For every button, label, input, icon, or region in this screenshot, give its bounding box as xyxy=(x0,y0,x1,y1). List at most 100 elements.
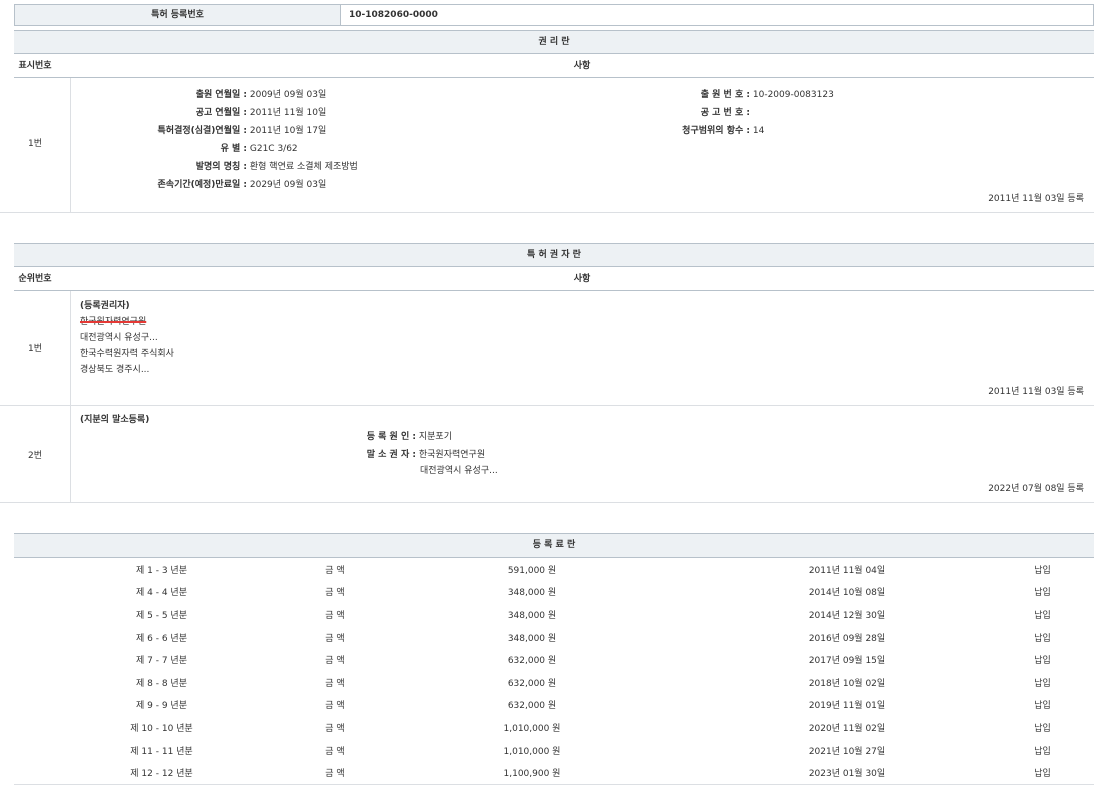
fee-amount-label: 금 액 xyxy=(309,603,361,626)
rights-row-number: 1번 xyxy=(0,136,70,149)
rights-right-fields: 출 원 번 호 : 10-2009-0083123 공 고 번 호 : 청구범위… xyxy=(630,88,834,138)
fee-date: 2021년 10월 27일 xyxy=(703,739,991,762)
fee-period: 제 9 - 9 년분 xyxy=(14,694,309,717)
owners-section-title: 특 허 권 자 란 xyxy=(14,243,1094,267)
field-value: 10-2009-0083123 xyxy=(753,90,834,100)
fee-amount-label: 금 액 xyxy=(309,739,361,762)
fee-status: 납입 xyxy=(991,694,1094,717)
fee-status: 납입 xyxy=(991,581,1094,604)
rights-column-header: 표시번호 사항 xyxy=(14,55,1094,78)
owners-row-1-registered: 2011년 11월 03일 등록 xyxy=(988,384,1084,397)
fee-status: 납입 xyxy=(991,671,1094,694)
field-label: 특허결정(심결)연월일 : xyxy=(80,124,247,138)
fee-status: 납입 xyxy=(991,626,1094,649)
rights-col-matter: 사항 xyxy=(70,55,1094,77)
rights-left-fields: 출원 연월일 : 2009년 09월 03일 공고 연월일 : 2011년 11… xyxy=(80,88,358,192)
rights-section-title: 권 리 란 xyxy=(14,30,1094,54)
fees-section-title: 등 록 료 란 xyxy=(14,533,1094,558)
fee-amount: 348,000 원 xyxy=(361,626,703,649)
table-row: 제 9 - 9 년분 금 액 632,000 원 2019년 11월 01일 납… xyxy=(14,694,1094,717)
field-value: G21C 3/62 xyxy=(250,144,298,154)
fee-amount-label: 금 액 xyxy=(309,694,361,717)
fee-status: 납입 xyxy=(991,716,1094,739)
cancel-details: 등 록 원 인 : 지분포기 말 소 권 자 : 한국원자력연구원 대전광역시 … xyxy=(300,430,498,478)
fee-date: 2014년 12월 30일 xyxy=(703,603,991,626)
owners-row-1-body: (등록권리자) 한국원자력연구원 대전광역시 유성구... 한국수력원자력 주식… xyxy=(80,299,174,377)
fee-amount: 632,000 원 xyxy=(361,694,703,717)
fee-amount-label: 금 액 xyxy=(309,648,361,671)
fee-date: 2014년 10월 08일 xyxy=(703,581,991,604)
table-row: 제 4 - 4 년분 금 액 348,000 원 2014년 10월 08일 납… xyxy=(14,581,1094,604)
field-value: 2009년 09월 03일 xyxy=(250,90,326,100)
fee-amount: 1,100,900 원 xyxy=(361,761,703,784)
fee-date: 2019년 11월 01일 xyxy=(703,694,991,717)
fee-amount-label: 금 액 xyxy=(309,761,361,784)
fee-period: 제 6 - 6 년분 xyxy=(14,626,309,649)
fee-date: 2020년 11월 02일 xyxy=(703,716,991,739)
owners-row-number: 2번 xyxy=(0,448,70,461)
registration-number: 10-1082060-0000 xyxy=(349,5,438,25)
owners-row-number: 1번 xyxy=(0,341,70,354)
owners-heading: (지분의 말소등록) xyxy=(80,413,149,427)
table-row: 제 1 - 3 년분 금 액 591,000 원 2011년 11월 04일 납… xyxy=(14,558,1094,581)
fee-date: 2023년 01월 30일 xyxy=(703,761,991,784)
fee-period: 제 11 - 11 년분 xyxy=(14,739,309,762)
fee-date: 2011년 11월 04일 xyxy=(703,558,991,581)
owners-row-divider xyxy=(70,291,71,405)
rights-col-no: 표시번호 xyxy=(0,55,70,77)
cause-label: 등 록 원 인 : xyxy=(300,430,416,444)
owners-col-no: 순위번호 xyxy=(0,268,70,290)
rights-registered-date: 2011년 11월 03일 등록 xyxy=(988,191,1084,204)
fee-period: 제 8 - 8 년분 xyxy=(14,671,309,694)
owners-row-1: 1번 (등록권리자) 한국원자력연구원 대전광역시 유성구... 한국수력원자력… xyxy=(0,291,1094,406)
field-label: 발명의 명칭 : xyxy=(80,160,247,174)
fee-period: 제 1 - 3 년분 xyxy=(14,558,309,581)
table-row: 제 7 - 7 년분 금 액 632,000 원 2017년 09월 15일 납… xyxy=(14,648,1094,671)
fee-amount: 1,010,000 원 xyxy=(361,716,703,739)
cancel-address: 대전광역시 유성구... xyxy=(300,464,498,478)
owner-line: 경상북도 경주시... xyxy=(80,363,174,377)
field-label: 존속기간(예정)만료일 : xyxy=(80,178,247,192)
owners-row-divider xyxy=(70,406,71,502)
fees-table: 제 1 - 3 년분 금 액 591,000 원 2011년 11월 04일 납… xyxy=(14,558,1094,784)
field-value: 2029년 09월 03일 xyxy=(250,180,326,190)
field-label: 공고 연월일 : xyxy=(80,106,247,120)
fee-status: 납입 xyxy=(991,761,1094,784)
registration-bar: 특허 등록번호 10-1082060-0000 xyxy=(14,4,1094,26)
fee-date: 2017년 09월 15일 xyxy=(703,648,991,671)
fee-amount: 348,000 원 xyxy=(361,603,703,626)
fee-date: 2016년 09월 28일 xyxy=(703,626,991,649)
owners-heading: (등록권리자) xyxy=(80,299,174,313)
table-row: 제 5 - 5 년분 금 액 348,000 원 2014년 12월 30일 납… xyxy=(14,603,1094,626)
table-row: 제 8 - 8 년분 금 액 632,000 원 2018년 10월 02일 납… xyxy=(14,671,1094,694)
fee-status: 납입 xyxy=(991,603,1094,626)
fee-amount: 348,000 원 xyxy=(361,581,703,604)
fee-status: 납입 xyxy=(991,648,1094,671)
field-value: 2011년 11월 10일 xyxy=(250,108,326,118)
table-row: 제 10 - 10 년분 금 액 1,010,000 원 2020년 11월 0… xyxy=(14,716,1094,739)
fee-amount: 591,000 원 xyxy=(361,558,703,581)
rights-row-divider xyxy=(70,78,71,212)
field-label: 출원 연월일 : xyxy=(80,88,247,102)
registration-label: 특허 등록번호 xyxy=(15,5,341,25)
fee-period: 제 5 - 5 년분 xyxy=(14,603,309,626)
fee-amount: 1,010,000 원 xyxy=(361,739,703,762)
field-label: 청구범위의 항수 : xyxy=(630,124,750,138)
owners-row-2: 2번 (지분의 말소등록) 등 록 원 인 : 지분포기 말 소 권 자 : 한… xyxy=(0,406,1094,503)
rights-row: 1번 출원 연월일 : 2009년 09월 03일 공고 연월일 : 2011년… xyxy=(0,78,1094,213)
field-value: 2011년 10월 17일 xyxy=(250,126,326,136)
field-value: 환형 핵연료 소결체 제조방법 xyxy=(250,162,358,172)
fee-amount-label: 금 액 xyxy=(309,558,361,581)
table-row: 제 11 - 11 년분 금 액 1,010,000 원 2021년 10월 2… xyxy=(14,739,1094,762)
struck-owner-name: 한국원자력연구원 xyxy=(80,315,174,329)
table-row: 제 6 - 6 년분 금 액 348,000 원 2016년 09월 28일 납… xyxy=(14,626,1094,649)
cancel-value: 한국원자력연구원 xyxy=(419,450,485,460)
owners-column-header: 순위번호 사항 xyxy=(14,268,1094,291)
fee-amount: 632,000 원 xyxy=(361,671,703,694)
field-label: 출 원 번 호 : xyxy=(630,88,750,102)
fee-amount-label: 금 액 xyxy=(309,716,361,739)
fee-amount-label: 금 액 xyxy=(309,671,361,694)
cancel-label: 말 소 권 자 : xyxy=(300,448,416,462)
fee-amount: 632,000 원 xyxy=(361,648,703,671)
owner-line: 한국수력원자력 주식회사 xyxy=(80,347,174,361)
